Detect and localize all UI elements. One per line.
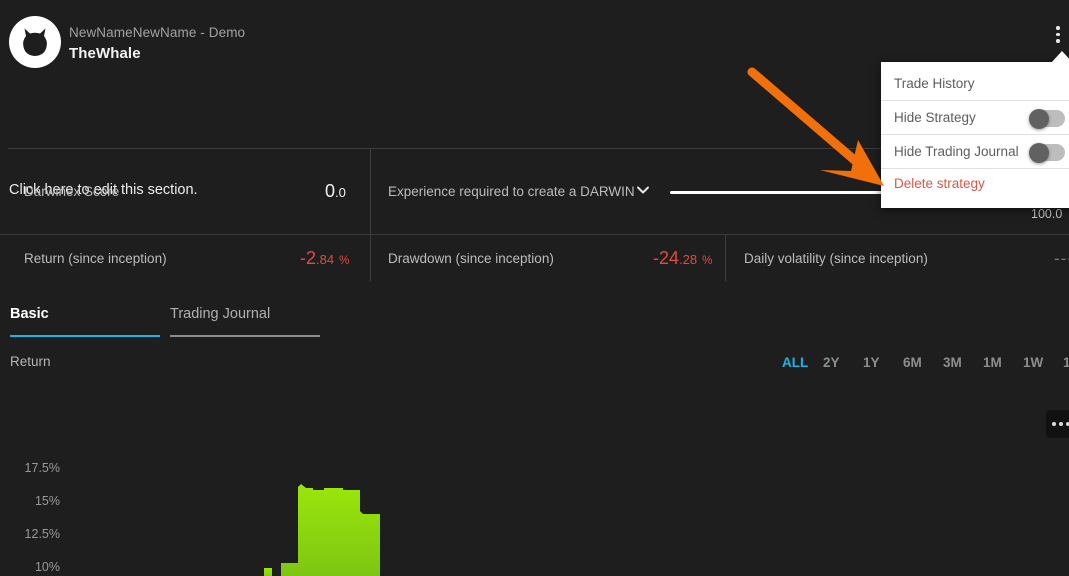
stat-value-major: 0: [325, 181, 336, 201]
stat-value-minor: .0: [335, 185, 346, 200]
stat-value: 0.0: [325, 181, 346, 202]
range-1w[interactable]: 1W: [1023, 355, 1043, 370]
stat-value-major: -24: [653, 248, 680, 268]
menu-item-label: Delete strategy: [894, 176, 985, 191]
account-subtitle: NewNameNewName - Demo: [69, 25, 246, 40]
experience-progress-max: 100.0: [1031, 207, 1063, 221]
menu-item-label: Hide Trading Journal: [894, 144, 1019, 159]
darwinex-cat-logo-icon: [23, 28, 47, 56]
stat-value-minor: .28: [679, 252, 698, 267]
stat-return: Return (since inception) -2.84 %: [0, 235, 370, 281]
range-1m[interactable]: 1M: [983, 355, 1002, 370]
range-6m[interactable]: 6M: [903, 355, 922, 370]
y-axis-tick: 15%: [34, 494, 60, 508]
range-all[interactable]: ALL: [782, 355, 808, 370]
menu-item-hide-strategy[interactable]: Hide Strategy: [881, 101, 1069, 135]
chart-title: Return: [10, 354, 51, 369]
stat-value-major: -2: [300, 248, 317, 268]
menu-item-trade-history[interactable]: Trade History: [881, 62, 1069, 101]
stat-value-minor: .84: [316, 252, 335, 267]
stat-darwinex-score: Darwinex Score 0.0: [0, 149, 370, 234]
menu-caret: [1051, 51, 1069, 63]
menu-item-label: Trade History: [894, 76, 975, 91]
hide-trading-journal-toggle[interactable]: [1029, 142, 1065, 163]
horizontal-dots-icon[interactable]: [1046, 410, 1069, 438]
stat-value-unit: %: [339, 255, 350, 267]
avatar: [9, 16, 61, 68]
page-root: NewNameNewName - Demo TheWhale Click her…: [0, 0, 1069, 576]
account-name: TheWhale: [69, 45, 141, 62]
tab-basic[interactable]: Basic: [10, 306, 160, 337]
range-1d[interactable]: 1: [1063, 355, 1069, 370]
y-axis-tick: 10%: [34, 560, 60, 574]
strategy-options-menu: Trade History Hide Strategy Hide Trading…: [881, 62, 1069, 208]
stat-label: Return (since inception): [24, 251, 167, 266]
stat-drawdown: Drawdown (since inception) -24.28 %: [370, 235, 725, 281]
stat-value: ---: [1054, 249, 1069, 268]
y-axis-tick: 17.5%: [24, 461, 60, 475]
tab-bar: Basic Trading Journal: [0, 306, 1069, 342]
chart-area-series-main: [281, 484, 380, 576]
hide-strategy-toggle[interactable]: [1029, 108, 1065, 129]
stat-daily-volatility: Daily volatility (since inception) ---: [725, 235, 1069, 281]
range-2y[interactable]: 2Y: [823, 355, 840, 370]
stat-label: Daily volatility (since inception): [744, 251, 928, 266]
tab-trading-journal[interactable]: Trading Journal: [170, 306, 320, 337]
stat-value: -2.84 %: [300, 248, 349, 269]
return-chart: 17.5% 15% 12.5% 10%: [0, 392, 1069, 576]
menu-item-delete-strategy[interactable]: Delete strategy: [881, 169, 1069, 208]
stat-label: Experience required to create a DARWIN: [388, 184, 635, 199]
chart-plot-area: [264, 484, 380, 576]
stat-label: Drawdown (since inception): [388, 251, 554, 266]
menu-item-hide-trading-journal[interactable]: Hide Trading Journal: [881, 135, 1069, 169]
range-3m[interactable]: 3M: [943, 355, 962, 370]
stat-label: Darwinex Score: [24, 184, 120, 199]
vertical-dots-icon[interactable]: [1056, 26, 1069, 46]
y-axis-tick: 12.5%: [24, 527, 60, 541]
stats-row-2: Return (since inception) -2.84 % Drawdow…: [0, 234, 1069, 281]
range-1y[interactable]: 1Y: [863, 355, 880, 370]
stat-value: -24.28 %: [653, 248, 712, 269]
stat-value-unit: %: [702, 255, 713, 267]
chart-area-series: [264, 568, 272, 576]
menu-item-label: Hide Strategy: [894, 110, 976, 125]
